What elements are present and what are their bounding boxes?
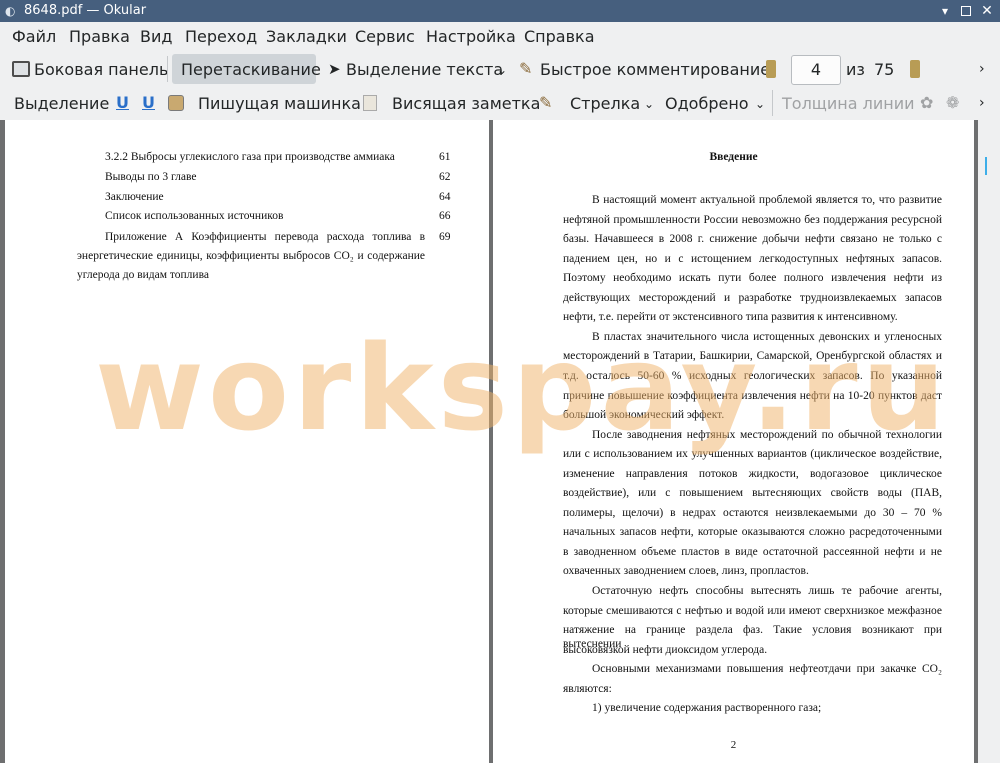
chevron-down-icon[interactable]: ⌄	[497, 60, 507, 80]
toc-entry: Список использованных источников	[105, 210, 284, 222]
stamp-chevron-down-icon[interactable]: ⌄	[755, 94, 765, 114]
body-line: полимеры, щелочи) в недрах остаются неиз…	[563, 506, 942, 519]
body-line: или с использованием их улучшенных вариа…	[563, 448, 942, 461]
body-line: начальных запасов нефти, которые оказыва…	[563, 526, 942, 539]
toolbar2-overflow-icon[interactable]: ›	[979, 93, 985, 113]
highlighter-icon: ✎	[519, 59, 533, 78]
body-line: охваченных заводнением слоев, линз, проп…	[563, 565, 809, 578]
toc-entry-continuation: углерода до видам топлива	[77, 269, 209, 281]
page-total: 75	[874, 60, 895, 79]
toc-entry: 3.2.2 Выбросы углекислого газа при произ…	[105, 151, 395, 163]
text-select-button[interactable]: Выделение текста	[346, 60, 503, 80]
toc-page-number: 64	[439, 191, 451, 203]
page-heading: Введение	[709, 151, 758, 163]
toolbar-overflow-icon[interactable]: ›	[979, 59, 985, 79]
body-line: В пластах значительного числа истощенных…	[592, 330, 942, 343]
arrow-chevron-down-icon[interactable]: ⌄	[644, 94, 654, 114]
body-line: Остаточную нефть способны вытеснять лишь…	[592, 585, 942, 597]
body-line: причине повышение коэффициента извлечени…	[563, 389, 942, 402]
selection-label[interactable]: Выделение	[14, 94, 109, 114]
body-line: которые смешиваются с нефтью и водой или…	[563, 604, 942, 617]
color-picker-icon[interactable]: ✿	[920, 93, 933, 113]
toolbar-separator-2	[772, 90, 773, 116]
pdf-page-right: Введение В настоящий момент актуальной п…	[493, 120, 974, 763]
okular-app-icon: ◐	[5, 4, 16, 18]
close-icon[interactable]: ✕	[980, 4, 994, 18]
body-line: т.д. осталось 50-60 % исходных геологиче…	[563, 369, 942, 382]
approved-stamp-button[interactable]: Одобрено	[665, 94, 749, 114]
line-width-button[interactable]: Толщина линии	[782, 94, 915, 114]
menu-go[interactable]: Переход	[185, 27, 257, 47]
body-line: падением цен, но и с истощением легкодос…	[563, 252, 942, 265]
body-line: После заводнения нефтяных месторождений …	[592, 428, 942, 441]
strikeout-icon[interactable]	[168, 95, 184, 111]
toc-page-number: 66	[439, 210, 451, 222]
arrow-button[interactable]: Стрелка	[570, 94, 640, 114]
body-line: большой экономический эффект.	[563, 409, 725, 422]
body-line: действующих месторождений и разработке т…	[563, 291, 942, 304]
page-of-label: из	[846, 60, 865, 79]
minimize-icon[interactable]: ▾	[938, 4, 952, 18]
sidebar-icon	[12, 61, 30, 77]
body-line: нефти, т.е. перейти от экстенсивного тип…	[563, 311, 898, 324]
body-line: Поэтому необходимо искать пути более пол…	[563, 272, 942, 285]
menu-settings[interactable]: Настройка	[426, 27, 516, 47]
cursor-arrow-icon: ➤	[328, 60, 341, 78]
body-line: являются:	[563, 682, 612, 695]
previous-page-icon[interactable]	[766, 60, 776, 78]
body-line: высоковязкой нефти диоксидом углерода.	[563, 643, 768, 656]
toc-entry: Приложение А Коэффициенты перевода расхо…	[105, 231, 425, 243]
underline-icon[interactable]: U	[116, 93, 129, 113]
sidebar-button[interactable]: Боковая панель	[34, 60, 168, 80]
window-title: 8648.pdf — Okular	[24, 3, 147, 18]
scrollbar-thumb[interactable]	[985, 157, 987, 175]
toc-page-number: 69	[439, 231, 451, 243]
body-line: воздействие), или с повышением вытесняющ…	[563, 487, 942, 500]
window-titlebar: ◐ 8648.pdf — Okular ▾ ✕	[0, 0, 1000, 22]
vertical-scrollbar[interactable]	[978, 120, 1000, 763]
quick-comment-button[interactable]: Быстрое комментирование	[540, 60, 770, 80]
body-line: в заводненном объеме пластов в виде оста…	[563, 545, 942, 558]
sticky-note-icon	[363, 95, 377, 111]
menu-tools[interactable]: Сервис	[355, 27, 415, 47]
body-line: месторождений в Татарии, Башкирии, Самар…	[563, 350, 942, 363]
body-line: В настоящий момент актуальной проблемой …	[592, 194, 942, 206]
toc-entry-continuation: энергетические единицы, коэффициенты выб…	[77, 250, 425, 262]
drag-button[interactable]: Перетаскивание	[181, 60, 321, 80]
pdf-page-left: 3.2.2 Выбросы углекислого газа при произ…	[5, 120, 489, 763]
typewriter-button[interactable]: Пишущая машинка	[198, 94, 361, 114]
body-line: изменение направления потоков жидкости, …	[563, 467, 942, 480]
next-page-icon[interactable]	[910, 60, 920, 78]
menu-view[interactable]: Вид	[140, 27, 172, 47]
page-number: 2	[730, 739, 737, 751]
squiggly-underline-icon[interactable]: U	[142, 93, 155, 113]
body-line: базы. Начавшееся в 2008 г. снижение добы…	[563, 233, 942, 246]
maximize-icon[interactable]	[959, 4, 973, 18]
menu-help[interactable]: Справка	[524, 27, 595, 47]
body-line: 1) увеличение содержания растворенного г…	[592, 702, 822, 715]
toc-page-number: 61	[439, 151, 451, 163]
toc-page-number: 62	[439, 171, 451, 183]
toolbar-separator	[167, 56, 168, 82]
page-number-input[interactable]: 4	[791, 55, 841, 85]
arrow-annotation-icon: ✎	[539, 93, 553, 112]
menu-bookmarks[interactable]: Закладки	[266, 27, 347, 47]
body-line: Основными механизмами повышения нефтеотд…	[592, 663, 942, 676]
sticky-note-button[interactable]: Висящая заметка	[392, 94, 540, 114]
opacity-icon[interactable]: ❁	[946, 93, 959, 113]
toc-entry: Выводы по 3 главе	[105, 171, 197, 183]
body-line: нефтяной промышленности России невозможн…	[563, 213, 942, 226]
toc-entry: Заключение	[105, 191, 164, 203]
menubar: Файл Правка Вид Переход Закладки Сервис …	[0, 22, 1000, 52]
menu-file[interactable]: Файл	[12, 27, 56, 47]
menu-edit[interactable]: Правка	[69, 27, 130, 47]
